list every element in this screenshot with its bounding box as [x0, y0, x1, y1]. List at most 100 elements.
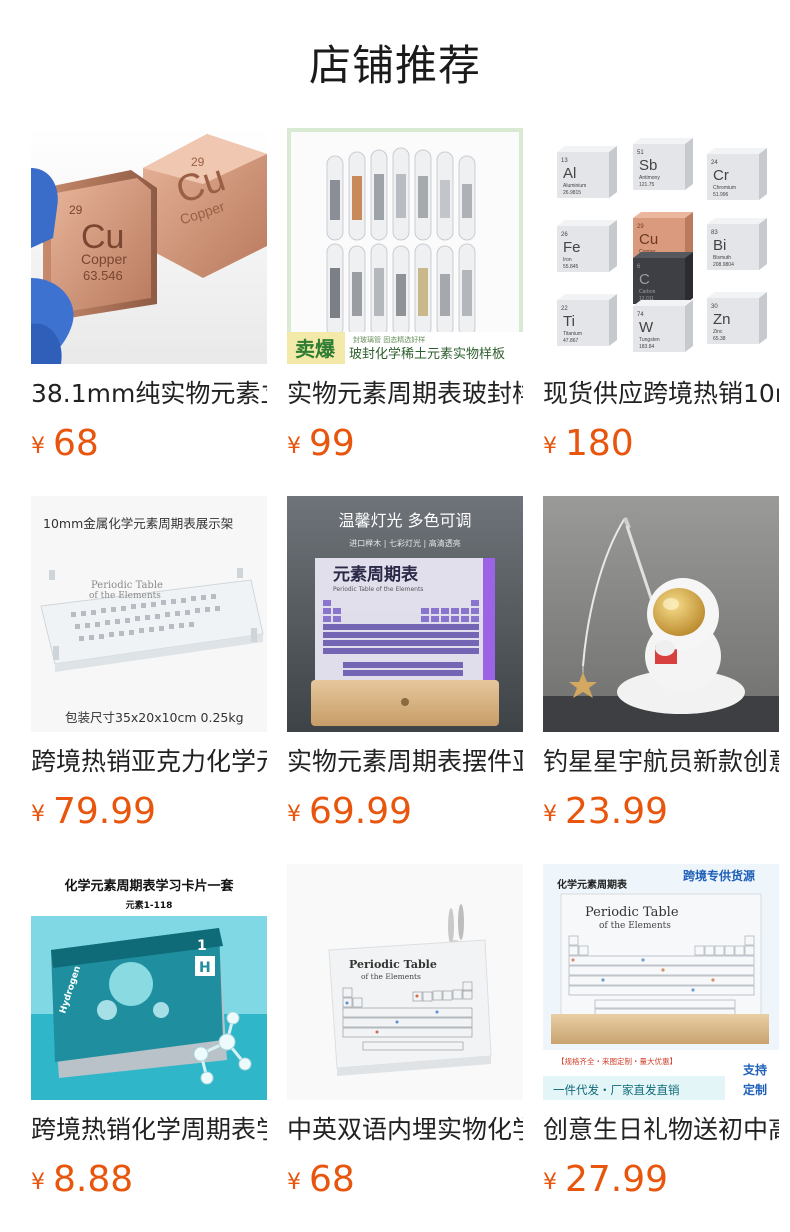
product-name[interactable]: 实物元素周期表摆件亚克力: [287, 744, 523, 780]
product-price: ¥23.99: [543, 788, 668, 836]
svg-text:Periodic Table of the Elements: Periodic Table of the Elements: [333, 586, 423, 593]
product-name[interactable]: 创意生日礼物送初中高中生: [543, 1112, 779, 1148]
cube-atomic-number: 51: [637, 150, 644, 156]
cube-atomic-mass: 121.75: [639, 182, 655, 188]
product-name[interactable]: 38.1mm纯实物元素立方体: [31, 376, 267, 412]
svg-text:支持: 支持: [742, 1062, 767, 1077]
svg-text:玻封化学稀土元素实物样板: 玻封化学稀土元素实物样板: [349, 346, 505, 362]
cube-atomic-number: 30: [711, 304, 718, 310]
svg-text:10mm金属化学元素周期表展示架: 10mm金属化学元素周期表展示架: [43, 516, 233, 531]
cube-element-name: Iron: [563, 257, 572, 263]
svg-text:封玻璃管 固态精选好样: 封玻璃管 固态精选好样: [353, 335, 425, 344]
cube-atomic-number: 22: [561, 306, 568, 312]
store-recommendations-page: 店铺推荐 29 Cu Copper 29 Cu Copper 63.546 38…: [0, 0, 790, 1232]
product-name[interactable]: 现货供应跨境热销10mm: [543, 376, 779, 412]
cube-symbol: Ti: [563, 313, 575, 330]
product-name[interactable]: 跨境热销化学周期表学习卡: [31, 1112, 267, 1148]
cube-element-name: Antimony: [639, 175, 660, 181]
cube-element-name: Aluminium: [563, 183, 586, 189]
element-cube-fe: 26FeIron55.845: [557, 220, 617, 272]
element-cube-ti: 22TiTitanium47.867: [557, 294, 617, 346]
currency-symbol: ¥: [543, 434, 557, 459]
svg-text:Periodic Table: Periodic Table: [585, 905, 679, 920]
cube-atomic-mass: 208.9804: [713, 262, 734, 268]
cube-element-name: Zinc: [713, 329, 723, 335]
element-cube-cr: 24CrChromium51.996: [707, 148, 767, 200]
price-value: 23.99: [565, 791, 669, 832]
product-image-copper-cube[interactable]: 29 Cu Copper 29 Cu Copper 63.546: [31, 128, 267, 364]
product-image-gift-periodic-table[interactable]: 跨境专供货源 化学元素周期表 Periodic Table of the Ele…: [543, 864, 779, 1100]
cube-symbol: Sb: [639, 157, 657, 174]
cube-atomic-mass: 26.9815: [563, 190, 581, 196]
currency-symbol: ¥: [31, 802, 45, 827]
element-cube-sb: 51SbAntimony121.75: [633, 138, 693, 190]
product-price: ¥99: [287, 420, 355, 468]
cube-element-name: Titanium: [563, 331, 582, 337]
svg-text:H: H: [199, 960, 211, 976]
cube-atomic-number: 13: [561, 158, 568, 164]
cube-atomic-number: 74: [637, 312, 644, 318]
cube-symbol: Bi: [713, 237, 726, 254]
svg-text:进口榉木 | 七彩灯光 | 高清透亮: 进口榉木 | 七彩灯光 | 高清透亮: [349, 538, 461, 548]
cube-symbol: Al: [563, 165, 576, 182]
price-value: 68: [309, 1159, 355, 1200]
svg-text:of the Elements: of the Elements: [89, 591, 161, 601]
section-title: 店铺推荐: [308, 41, 481, 90]
price-value: 68: [53, 423, 99, 464]
element-cube-bi: 83BiBismuth208.9804: [707, 218, 767, 270]
svg-text:卖爆: 卖爆: [295, 337, 336, 361]
product-image-learning-cards[interactable]: 化学元素周期表学习卡片一套 元素1-118 1 H Hydrogen: [31, 864, 267, 1100]
product-price: ¥68: [31, 420, 99, 468]
element-cube-w: 74WTungsten183.84: [633, 300, 693, 352]
product-price: ¥69.99: [287, 788, 412, 836]
cube-atomic-number: 83: [711, 230, 718, 236]
cube-atomic-mass: 65.38: [713, 336, 726, 342]
svg-text:of the Elements: of the Elements: [361, 972, 421, 981]
element-cube-al: 13AlAluminium26.9815: [557, 146, 617, 198]
cube-atomic-mass: 51.996: [713, 192, 729, 198]
svg-text:1: 1: [197, 938, 207, 954]
svg-text:元素周期表: 元素周期表: [333, 564, 419, 585]
currency-symbol: ¥: [287, 1170, 301, 1195]
currency-symbol: ¥: [31, 434, 45, 459]
svg-text:【规格齐全・来图定制・量大优惠】: 【规格齐全・来图定制・量大优惠】: [557, 1056, 677, 1066]
product-name[interactable]: 钓星星宇航员新款创意摆件: [543, 744, 779, 780]
currency-symbol: ¥: [543, 802, 557, 827]
product-image-lit-periodic-table[interactable]: 温馨灯光 多色可调 进口榉木 | 七彩灯光 | 高清透亮 元素周期表 Perio…: [287, 496, 523, 732]
product-price: ¥180: [543, 420, 634, 468]
price-value: 69.99: [309, 791, 413, 832]
cube-symbol: Cr: [713, 167, 729, 184]
element-cube-c: 6CCarbon12.011: [633, 252, 693, 304]
svg-text:一件代发・厂家直发直销: 一件代发・厂家直发直销: [553, 1083, 680, 1097]
product-name[interactable]: 中英双语内埋实物化学元素: [287, 1112, 523, 1148]
svg-text:of the Elements: of the Elements: [599, 921, 671, 931]
svg-text:29: 29: [69, 203, 83, 217]
cube-symbol: C: [639, 271, 650, 288]
price-value: 79.99: [53, 791, 157, 832]
price-value: 99: [309, 423, 355, 464]
product-image-element-cubes[interactable]: 13 Al Aluminium 26.9815 51 Sb Antimony 121.75 24…: [543, 128, 779, 364]
svg-text:元素1-118: 元素1-118: [126, 899, 173, 911]
cube-element-name: Bismuth: [713, 255, 731, 261]
cube-atomic-number: 24: [711, 160, 718, 166]
svg-text:Periodic Table: Periodic Table: [91, 580, 163, 591]
currency-symbol: ¥: [31, 1170, 45, 1195]
cube-element-name: Chromium: [713, 185, 736, 191]
svg-text:包装尺寸35x20x10cm 0.25kg: 包装尺寸35x20x10cm 0.25kg: [65, 710, 244, 725]
product-image-acrylic-rack[interactable]: 10mm金属化学元素周期表展示架 Periodic Table of the E…: [31, 496, 267, 732]
product-image-embedded-elements-block[interactable]: Periodic Table of the Elements: [287, 864, 523, 1100]
currency-symbol: ¥: [287, 434, 301, 459]
price-value: 180: [565, 423, 634, 464]
svg-text:定制: 定制: [743, 1082, 767, 1097]
svg-text:跨境专供货源: 跨境专供货源: [683, 868, 755, 883]
product-image-astronaut-figure[interactable]: [543, 496, 779, 732]
product-name[interactable]: 实物元素周期表玻封样板: [287, 376, 523, 412]
svg-text:Copper: Copper: [81, 251, 127, 267]
svg-text:化学元素周期表: 化学元素周期表: [557, 878, 628, 891]
product-name[interactable]: 跨境热销亚克力化学元素: [31, 744, 267, 780]
price-value: 27.99: [565, 1159, 669, 1200]
element-cube-zn: 30ZnZinc65.38: [707, 292, 767, 344]
cube-symbol: Fe: [563, 239, 581, 256]
product-image-sealed-samples[interactable]: 卖爆 封玻璃管 固态精选好样 玻封化学稀土元素实物样板: [287, 128, 523, 364]
cube-atomic-mass: 55.845: [563, 264, 579, 270]
